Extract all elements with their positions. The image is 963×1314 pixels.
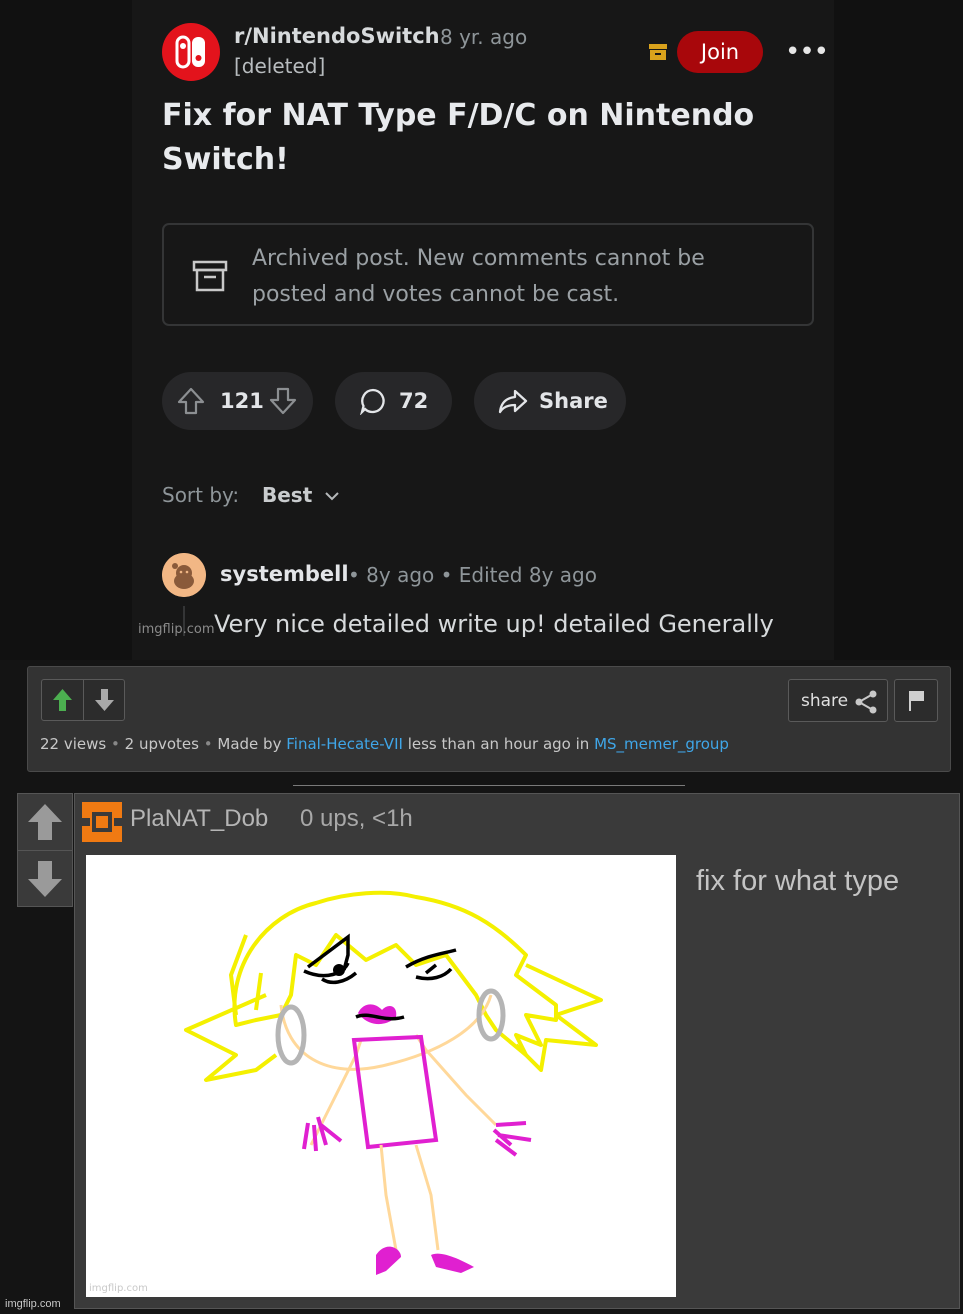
comment-icon <box>359 387 387 419</box>
comment-text: fix for what type <box>696 865 900 897</box>
comment-author[interactable]: systembell <box>220 562 349 586</box>
upvote-icon[interactable] <box>42 680 83 720</box>
downvote-icon[interactable] <box>18 851 72 907</box>
upvote-icon[interactable] <box>176 386 206 420</box>
flag-button[interactable] <box>894 679 938 722</box>
chevron-down-icon[interactable] <box>324 488 340 507</box>
comment-vote-column <box>17 793 73 907</box>
more-icon[interactable]: ••• <box>785 38 829 66</box>
flag-icon <box>907 690 927 716</box>
imgflip-watermark: imgflip.com <box>138 622 215 637</box>
meme-info-bar: share 22 views • 2 upvotes • Made by Fin… <box>27 666 951 772</box>
archive-icon <box>648 42 668 62</box>
nintendo-switch-icon[interactable] <box>162 23 220 81</box>
comment-image[interactable] <box>86 855 676 1297</box>
comment-body: Very nice detailed write up! detailed Ge… <box>214 610 774 638</box>
imgflip-logo-icon[interactable] <box>80 800 124 844</box>
separator: • <box>203 735 213 753</box>
reddit-screenshot: r/NintendoSwitch 8 yr. ago [deleted] Joi… <box>0 0 963 660</box>
sort-dropdown[interactable]: Best <box>262 483 312 507</box>
post-author[interactable]: [deleted] <box>234 54 325 78</box>
comments-button[interactable]: 72 <box>335 372 452 430</box>
share-label: share <box>801 691 849 711</box>
downvote-icon[interactable] <box>84 680 125 720</box>
time-label: less than an hour ago in <box>407 735 590 753</box>
subreddit-name[interactable]: r/NintendoSwitch <box>234 24 440 48</box>
join-button[interactable]: Join <box>677 31 763 73</box>
archive-icon <box>192 258 228 294</box>
footer-watermark: imgflip.com <box>5 1298 61 1310</box>
vote-score: 121 <box>220 389 264 413</box>
archived-notice-text: Archived post. New comments cannot be po… <box>252 246 705 307</box>
vote-buttons <box>41 679 125 721</box>
vote-pill: 121 <box>162 372 313 430</box>
downvote-icon[interactable] <box>268 386 298 420</box>
share-button[interactable]: Share <box>474 372 626 430</box>
post-time: 8 yr. ago <box>440 25 528 49</box>
share-label: Share <box>539 389 608 413</box>
comment-count: 72 <box>399 389 429 413</box>
divider <box>293 785 685 786</box>
share-icon <box>498 387 528 419</box>
comment-meta: • 8y ago • Edited 8y ago <box>348 563 597 587</box>
share-icon <box>853 689 879 719</box>
upvote-count: 2 upvotes <box>124 735 199 753</box>
stream-link[interactable]: MS_memer_group <box>594 735 729 753</box>
snoo-avatar-icon[interactable] <box>162 553 206 597</box>
author-link[interactable]: Final-Hecate-VII <box>286 735 403 753</box>
sort-label: Sort by: <box>162 483 240 507</box>
post-title[interactable]: Fix for NAT Type F/D/C on Nintendo Switc… <box>162 94 782 182</box>
comment-username[interactable]: PlaNAT_Dob <box>130 805 268 833</box>
separator: • <box>111 735 120 753</box>
upvote-icon[interactable] <box>18 794 72 850</box>
image-watermark: imgflip.com <box>89 1283 148 1294</box>
meme-stats: 22 views • 2 upvotes • Made by Final-Hec… <box>40 735 729 753</box>
view-count: 22 views <box>40 735 107 753</box>
comment-meta: 0 ups, <1h <box>300 805 413 832</box>
share-button[interactable]: share <box>788 679 888 722</box>
archived-notice: Archived post. New comments cannot be po… <box>162 223 814 326</box>
made-by-label: Made by <box>217 735 282 753</box>
